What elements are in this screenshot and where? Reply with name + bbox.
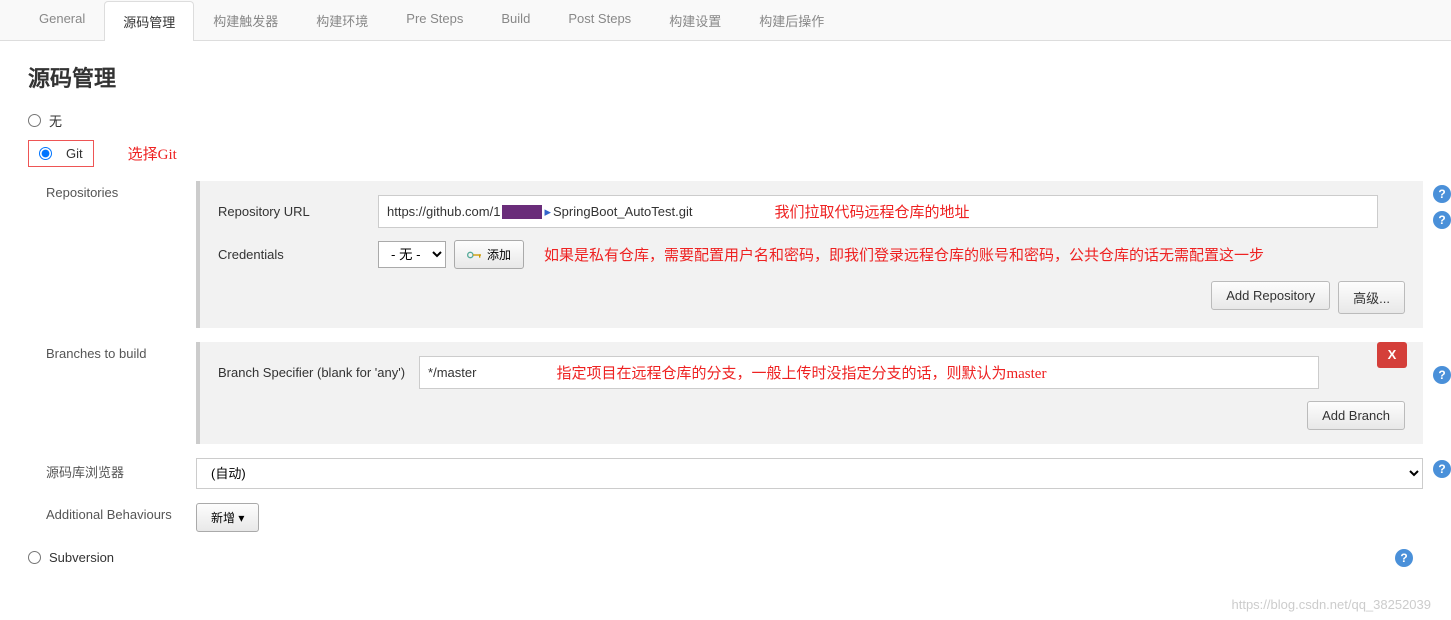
add-credentials-button[interactable]: 添加	[454, 240, 524, 269]
help-icon[interactable]: ?	[1433, 366, 1451, 384]
credentials-select[interactable]: - 无 -	[378, 241, 446, 268]
advanced-button[interactable]: 高级...	[1338, 281, 1405, 314]
tab-pre-steps[interactable]: Pre Steps	[387, 0, 482, 40]
help-icon[interactable]: ?	[1395, 549, 1413, 567]
help-icon[interactable]: ?	[1433, 185, 1451, 203]
tab-post-build[interactable]: 构建后操作	[740, 0, 843, 40]
tab-build-settings[interactable]: 构建设置	[650, 0, 740, 40]
branch-spec-value: */master	[428, 365, 476, 380]
credentials-label: Credentials	[218, 247, 378, 262]
url-prefix-text: https://github.com/1	[387, 204, 500, 219]
radio-git[interactable]	[39, 147, 52, 160]
add-repository-button[interactable]: Add Repository	[1211, 281, 1330, 310]
tab-general[interactable]: General	[20, 0, 104, 40]
repo-url-label: Repository URL	[218, 204, 378, 219]
radio-subversion[interactable]	[28, 551, 41, 564]
radio-git-label: Git	[66, 146, 83, 161]
delete-branch-button[interactable]: X	[1377, 342, 1407, 368]
tab-build[interactable]: Build	[482, 0, 549, 40]
help-icon[interactable]: ?	[1433, 211, 1451, 229]
tab-post-steps[interactable]: Post Steps	[549, 0, 650, 40]
repo-url-input[interactable]: https://github.com/1▸SpringBoot_AutoTest…	[378, 195, 1378, 228]
radio-none-label: 无	[49, 111, 62, 130]
key-icon	[467, 250, 483, 260]
tab-env[interactable]: 构建环境	[297, 0, 387, 40]
url-annotation: 我们拉取代码远程仓库的地址	[774, 201, 969, 222]
branch-spec-label: Branch Specifier (blank for 'any')	[218, 365, 405, 380]
repo-browser-select[interactable]: (自动)	[196, 458, 1423, 489]
git-annotation: 选择Git	[128, 143, 177, 164]
branches-label: Branches to build	[46, 342, 196, 444]
add-behaviour-button[interactable]: 新增 ▾	[196, 503, 259, 532]
radio-none[interactable]	[28, 114, 41, 127]
help-icon[interactable]: ?	[1433, 460, 1451, 478]
add-branch-button[interactable]: Add Branch	[1307, 401, 1405, 430]
additional-behaviours-label: Additional Behaviours	[46, 503, 196, 532]
radio-subversion-label: Subversion	[49, 550, 114, 565]
redacted-block	[502, 205, 542, 219]
repositories-label: Repositories	[46, 181, 196, 328]
url-suffix-text: SpringBoot_AutoTest.git	[553, 204, 692, 219]
tab-scm[interactable]: 源码管理	[104, 1, 194, 41]
cred-annotation: 如果是私有仓库，需要配置用户名和密码，即我们登录远程仓库的账号和密码，公共仓库的…	[544, 244, 1264, 265]
watermark-text: https://blog.csdn.net/qq_38252039	[1232, 597, 1432, 612]
page-title: 源码管理	[28, 61, 1423, 93]
repo-browser-label: 源码库浏览器	[46, 458, 196, 489]
config-tabs: General 源码管理 构建触发器 构建环境 Pre Steps Build …	[0, 0, 1451, 41]
tab-triggers[interactable]: 构建触发器	[194, 0, 297, 40]
branch-spec-input[interactable]: */master 指定项目在远程仓库的分支，一般上传时没指定分支的话，则默认为m…	[419, 356, 1319, 389]
branch-annotation: 指定项目在远程仓库的分支，一般上传时没指定分支的话，则默认为master	[556, 362, 1046, 383]
